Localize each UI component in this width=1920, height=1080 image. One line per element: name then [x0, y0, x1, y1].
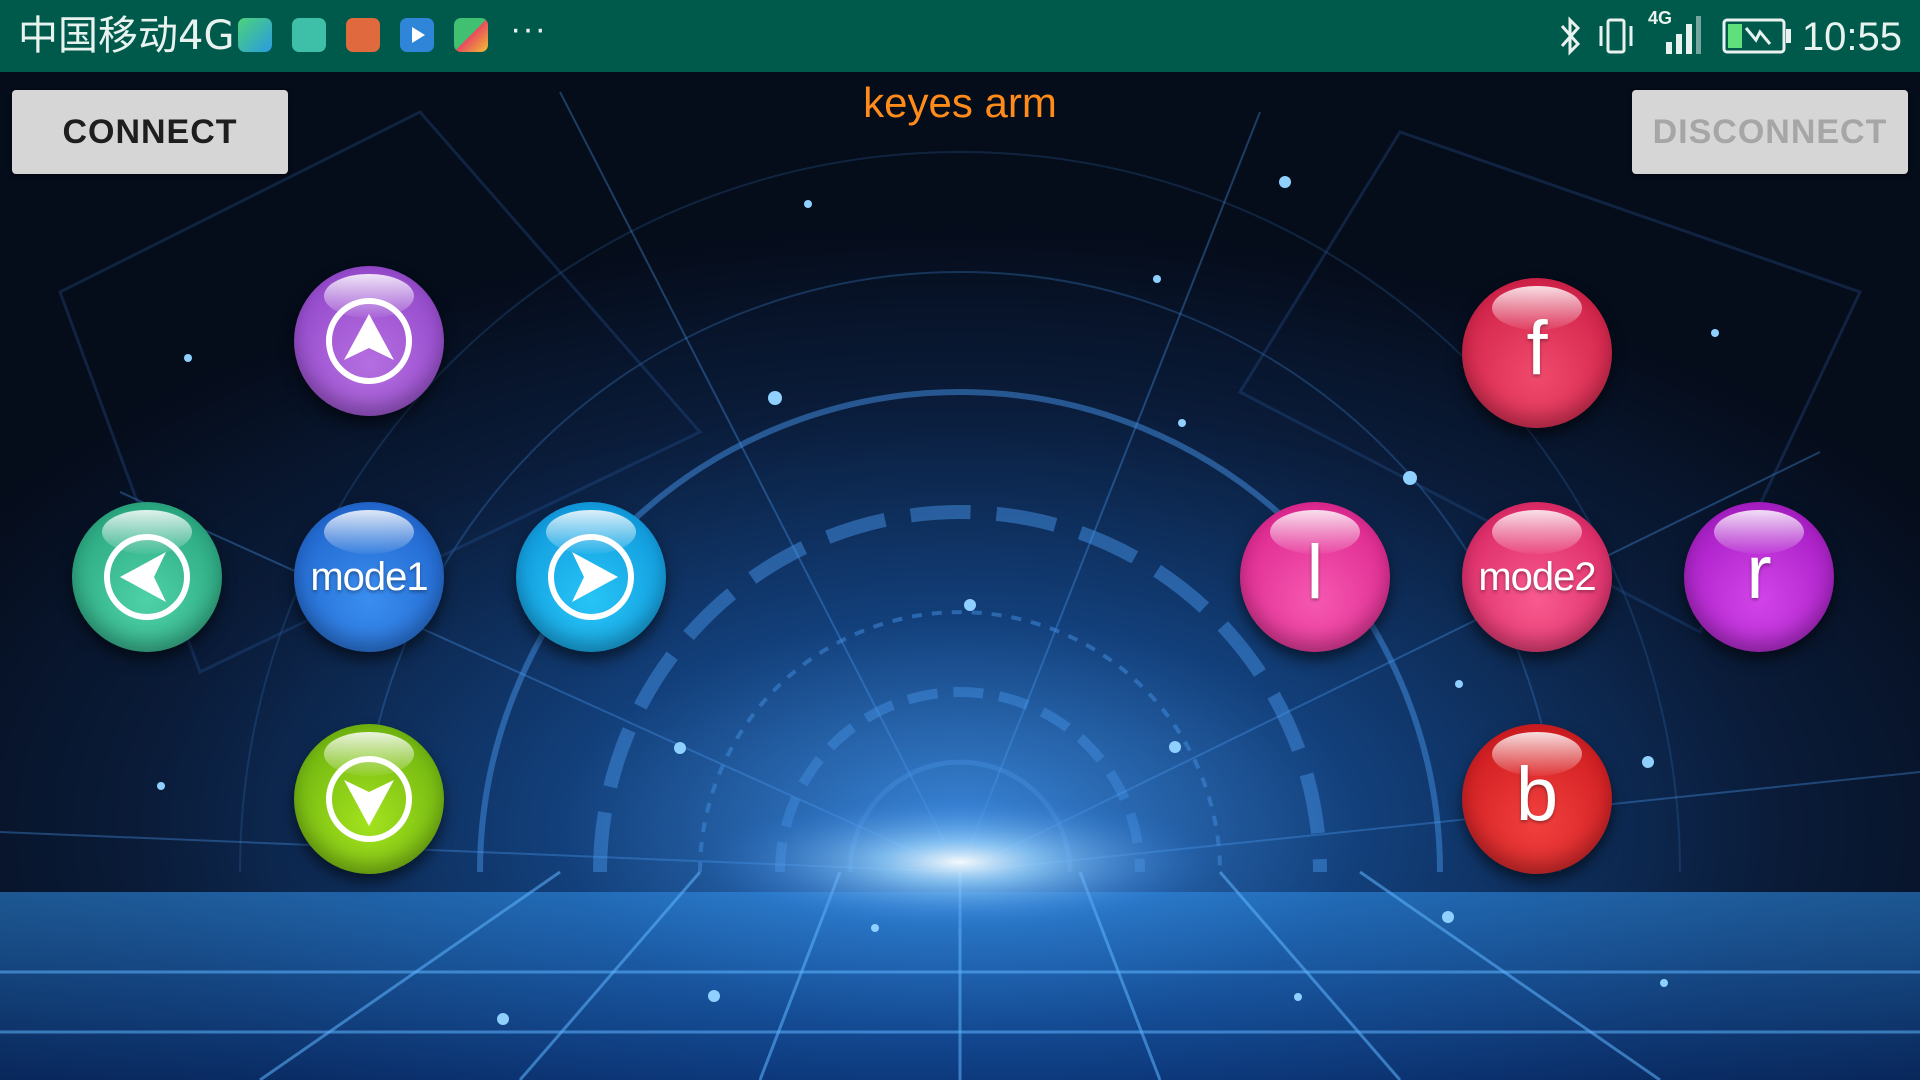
turn-right-button[interactable]: r	[1684, 502, 1834, 652]
mode2-button[interactable]: mode2	[1462, 502, 1612, 652]
forward-button[interactable]: f	[1462, 278, 1612, 428]
battery-charging-icon	[1722, 18, 1791, 54]
arrow-right-icon	[548, 534, 634, 620]
status-bar: 中国移动4G ··· 4G 10:55	[0, 0, 1920, 72]
maps-icon	[238, 18, 272, 52]
forward-label: f	[1526, 306, 1548, 391]
mode1-label: mode1	[310, 555, 428, 599]
signal-strength-icon	[1666, 16, 1701, 54]
play-store-icon	[454, 18, 488, 52]
tunnel-background	[0, 72, 1920, 1080]
arrow-up-icon	[326, 298, 412, 384]
more-notifications-icon: ···	[510, 10, 547, 48]
turn-left-label: l	[1306, 530, 1324, 615]
left-button[interactable]	[72, 502, 222, 652]
back-button[interactable]: b	[1462, 724, 1612, 874]
right-button[interactable]	[516, 502, 666, 652]
phone-app-icon	[346, 18, 380, 52]
video-player-icon	[400, 18, 434, 52]
connect-button[interactable]: CONNECT	[12, 90, 288, 174]
bluetooth-icon	[1560, 16, 1581, 56]
android-icon	[292, 18, 326, 52]
down-button[interactable]	[294, 724, 444, 874]
mode1-button[interactable]: mode1	[294, 502, 444, 652]
clock: 10:55	[1801, 15, 1902, 59]
mode2-label: mode2	[1478, 555, 1596, 599]
app-title: keyes arm	[863, 79, 1057, 126]
back-label: b	[1515, 752, 1559, 837]
turn-right-label: r	[1746, 530, 1772, 615]
disconnect-button[interactable]: DISCONNECT	[1632, 90, 1908, 174]
turn-left-button[interactable]: l	[1240, 502, 1390, 652]
app-screen: 中国移动4G ··· 4G 10:55 keyes arm CONNECT DI…	[0, 0, 1920, 1080]
arrow-left-icon	[104, 534, 190, 620]
vibrate-icon	[1599, 18, 1633, 54]
carrier-label: 中国移动4G	[18, 13, 235, 59]
arrow-down-icon	[326, 756, 412, 842]
up-button[interactable]	[294, 266, 444, 416]
